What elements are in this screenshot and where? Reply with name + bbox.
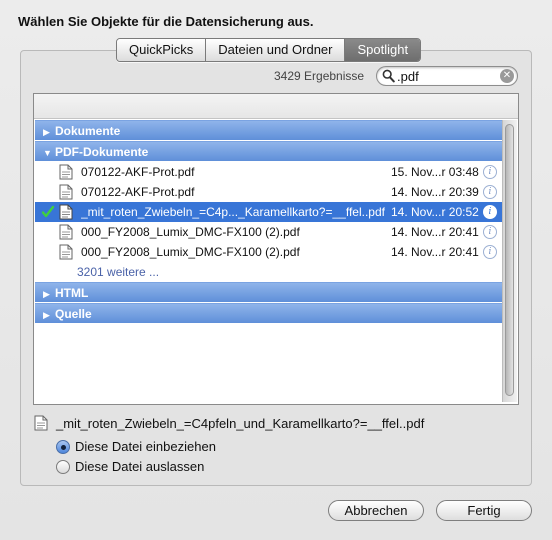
magnifier-icon bbox=[382, 69, 395, 83]
file-row-selected[interactable]: _mit_roten_Zwiebeln_=C4p..._Karamellkart… bbox=[35, 202, 503, 222]
results-rows: ▶ Dokumente ▼ PDF-Dokumente 070122-AKF-Pro… bbox=[35, 120, 503, 324]
clear-search-icon[interactable]: ✕ bbox=[500, 69, 514, 83]
pdf-document-icon bbox=[59, 204, 73, 220]
group-header-quelle[interactable]: ▶ Quelle bbox=[35, 303, 503, 323]
group-header-pdf[interactable]: ▼ PDF-Dokumente bbox=[35, 141, 503, 161]
disclosure-right-icon[interactable]: ▶ bbox=[43, 122, 55, 142]
disclosure-right-icon[interactable]: ▶ bbox=[43, 284, 55, 304]
pdf-document-icon bbox=[59, 184, 73, 200]
file-row[interactable]: 000_FY2008_Lumix_DMC-FX100 (2).pdf 14. N… bbox=[35, 222, 503, 242]
results-count: 3429 Ergebnisse bbox=[274, 69, 365, 83]
radio-on-icon[interactable] bbox=[56, 440, 70, 454]
file-row[interactable]: 070122-AKF-Prot.pdf 14. Nov...r 20:39 i bbox=[35, 182, 503, 202]
group-label: Dokumente bbox=[55, 124, 121, 138]
scrollbar-thumb[interactable] bbox=[505, 124, 514, 396]
radio-off-icon[interactable] bbox=[56, 460, 70, 474]
list-header bbox=[34, 94, 518, 119]
group-label: Quelle bbox=[55, 307, 92, 321]
group-label: HTML bbox=[55, 286, 89, 300]
file-date: 14. Nov...r 20:41 bbox=[391, 225, 479, 239]
source-tabs: QuickPicks Dateien und Ordner Spotlight bbox=[116, 38, 422, 62]
more-results-link[interactable]: 3201 weitere ... bbox=[35, 262, 503, 282]
cancel-button[interactable]: Abbrechen bbox=[328, 500, 424, 521]
exclude-file-label[interactable]: Diese Datei auslassen bbox=[75, 459, 204, 474]
tab-spotlight[interactable]: Spotlight bbox=[345, 39, 421, 61]
file-name: 000_FY2008_Lumix_DMC-FX100 (2).pdf bbox=[81, 245, 300, 259]
file-date: 14. Nov...r 20:52 bbox=[391, 205, 479, 219]
pdf-document-icon bbox=[34, 415, 48, 431]
file-date: 15. Nov...r 03:48 bbox=[391, 165, 479, 179]
search-input[interactable]: .pdf bbox=[397, 69, 419, 84]
done-button[interactable]: Fertig bbox=[436, 500, 532, 521]
info-icon[interactable]: i bbox=[483, 245, 497, 259]
file-date: 14. Nov...r 20:41 bbox=[391, 245, 479, 259]
vertical-scrollbar[interactable] bbox=[502, 120, 517, 402]
include-file-label[interactable]: Diese Datei einbeziehen bbox=[75, 439, 216, 454]
disclosure-down-icon[interactable]: ▼ bbox=[43, 143, 55, 163]
file-name: 070122-AKF-Prot.pdf bbox=[81, 185, 195, 199]
file-name: 000_FY2008_Lumix_DMC-FX100 (2).pdf bbox=[81, 225, 300, 239]
file-name: 070122-AKF-Prot.pdf bbox=[81, 165, 195, 179]
search-field[interactable]: .pdf ✕ bbox=[376, 66, 518, 86]
group-header-dokumente[interactable]: ▶ Dokumente bbox=[35, 120, 503, 140]
pdf-document-icon bbox=[59, 244, 73, 260]
info-icon[interactable]: i bbox=[483, 185, 497, 199]
file-date: 14. Nov...r 20:39 bbox=[391, 185, 479, 199]
dialog-title: Wählen Sie Objekte für die Datensicherun… bbox=[18, 14, 314, 29]
info-icon[interactable]: i bbox=[483, 165, 497, 179]
pdf-document-icon bbox=[59, 224, 73, 240]
info-icon[interactable]: i bbox=[483, 205, 497, 219]
selected-file-name: _mit_roten_Zwiebeln_=C4pfeln_und_Karamel… bbox=[56, 416, 425, 431]
file-name: _mit_roten_Zwiebeln_=C4p..._Karamellkart… bbox=[81, 205, 385, 219]
group-label: PDF-Dokumente bbox=[55, 145, 149, 159]
tab-quickpicks[interactable]: QuickPicks bbox=[117, 39, 207, 61]
group-header-html[interactable]: ▶ HTML bbox=[35, 282, 503, 302]
disclosure-right-icon[interactable]: ▶ bbox=[43, 305, 55, 325]
info-icon[interactable]: i bbox=[483, 225, 497, 239]
results-list[interactable]: ▶ Dokumente ▼ PDF-Dokumente 070122-AKF-Pro… bbox=[33, 93, 519, 405]
pdf-document-icon bbox=[59, 164, 73, 180]
file-row[interactable]: 000_FY2008_Lumix_DMC-FX100 (2).pdf 14. N… bbox=[35, 242, 503, 262]
file-row[interactable]: 070122-AKF-Prot.pdf 15. Nov...r 03:48 i bbox=[35, 162, 503, 182]
tab-files-and-folders[interactable]: Dateien und Ordner bbox=[206, 39, 346, 61]
checkmark-icon[interactable] bbox=[41, 205, 55, 219]
